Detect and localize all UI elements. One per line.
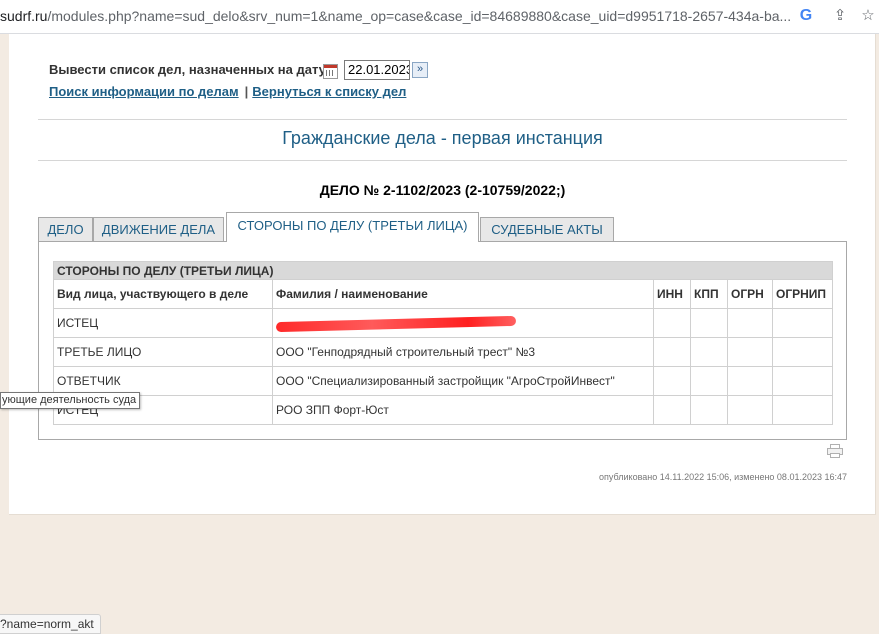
column-header: ОГРНИП xyxy=(772,279,833,309)
date-input[interactable]: 22.01.2023 xyxy=(344,60,410,80)
date-filter-label: Вывести список дел, назначенных на дату xyxy=(49,62,326,77)
link-separator: | xyxy=(244,84,249,99)
print-icon[interactable] xyxy=(827,444,843,458)
column-header: Вид лица, участвующего в деле xyxy=(53,279,273,309)
column-header: Фамилия / наименование xyxy=(272,279,654,309)
party-name: ООО "Генподрядный строительный трест" №3 xyxy=(272,337,654,367)
column-header: ОГРН xyxy=(727,279,773,309)
table-row: ОТВЕТЧИК ООО "Специализированный застрой… xyxy=(53,366,833,396)
google-icon[interactable]: G xyxy=(796,6,816,26)
nav-links: Поиск информации по делам | Вернуться к сп… xyxy=(49,84,406,99)
party-name: РОО ЗПП Форт-Юст xyxy=(272,395,654,425)
parties-panel: СТОРОНЫ ПО ДЕЛУ (ТРЕТЬИ ЛИЦА) Вид лица, … xyxy=(38,241,847,440)
column-header: ИНН xyxy=(653,279,691,309)
tooltip: ующие деятельность суда xyxy=(0,392,141,409)
tab-court-acts[interactable]: СУДЕБНЫЕ АКТЫ xyxy=(480,217,614,241)
party-role: ТРЕТЬЕ ЛИЦО xyxy=(53,337,273,367)
section-heading: Гражданские дела - первая инстанция xyxy=(282,128,603,148)
back-to-list-link[interactable]: Вернуться к списку дел xyxy=(252,84,406,99)
search-cases-link[interactable]: Поиск информации по делам xyxy=(49,84,239,99)
url-path: /modules.php?name=sud_delo&srv_num=1&nam… xyxy=(47,8,790,24)
table-row: ИСТЕЦ xyxy=(53,308,833,338)
tab-case[interactable]: ДЕЛО xyxy=(38,217,93,241)
status-bar-url: ?name=norm_akt xyxy=(0,614,101,634)
party-name xyxy=(272,308,654,338)
date-go-button[interactable]: » xyxy=(412,62,428,78)
column-header: КПП xyxy=(690,279,728,309)
tab-case-movement[interactable]: ДВИЖЕНИЕ ДЕЛА xyxy=(93,217,224,241)
address-bar[interactable]: sudrf.ru/modules.php?name=sud_delo&srv_n… xyxy=(0,0,879,34)
calendar-icon[interactable] xyxy=(323,64,338,79)
parties-table: СТОРОНЫ ПО ДЕЛУ (ТРЕТЬИ ЛИЦА) Вид лица, … xyxy=(53,261,833,425)
url-host: sudrf.ru xyxy=(0,8,48,24)
party-name: ООО "Специализированный застройщик "Агро… xyxy=(272,366,654,396)
table-row: ИСТЕЦ РОО ЗПП Форт-Юст xyxy=(53,395,833,425)
divider xyxy=(38,119,847,120)
table-caption: СТОРОНЫ ПО ДЕЛУ (ТРЕТЬИ ЛИЦА) xyxy=(53,261,833,280)
share-icon[interactable]: ⇪ xyxy=(830,6,850,26)
redaction-mark xyxy=(275,315,517,332)
page-content: Вывести список дел, назначенных на дату … xyxy=(9,34,876,515)
star-icon[interactable]: ☆ xyxy=(858,6,878,26)
party-role: ИСТЕЦ xyxy=(53,308,273,338)
url-text[interactable]: sudrf.ru/modules.php?name=sud_delo&srv_n… xyxy=(0,8,790,24)
case-title: ДЕЛО № 2-1102/2023 (2-10759/2022;) xyxy=(319,182,566,198)
tab-parties[interactable]: СТОРОНЫ ПО ДЕЛУ (ТРЕТЬИ ЛИЦА) xyxy=(226,212,479,242)
divider xyxy=(38,160,847,161)
table-row: ТРЕТЬЕ ЛИЦО ООО "Генподрядный строительн… xyxy=(53,337,833,367)
published-info: опубликовано 14.11.2022 15:06, изменено … xyxy=(599,472,847,482)
